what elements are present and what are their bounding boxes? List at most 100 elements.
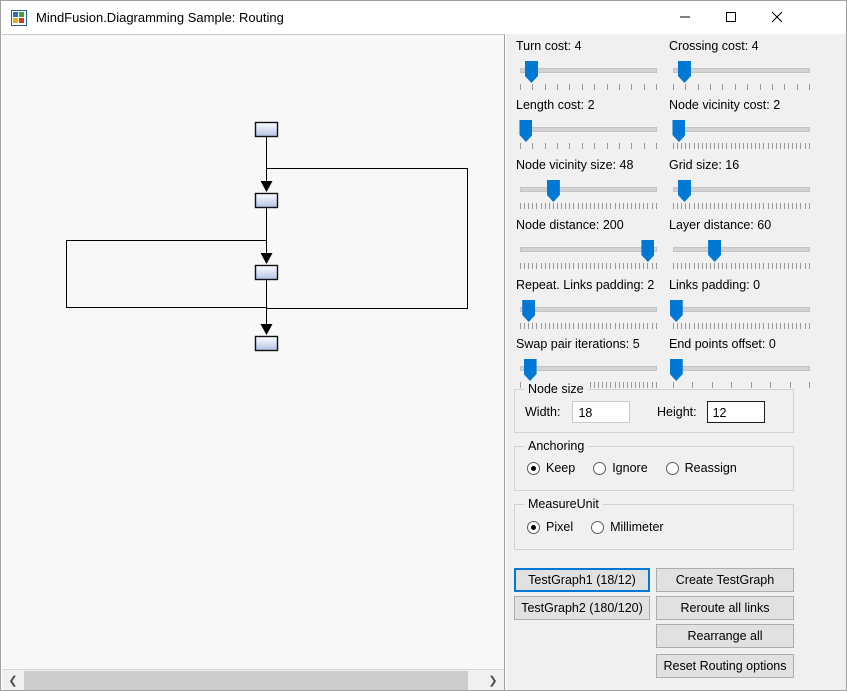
scroll-right-arrow-icon[interactable]: ❯: [482, 670, 504, 690]
slider-end-points-offset-track[interactable]: [673, 366, 810, 371]
slider-turn-cost-thumb[interactable]: [524, 61, 538, 83]
slider-crossing-cost-track[interactable]: [673, 68, 810, 73]
anchoring-option-reassign[interactable]: Reassign: [665, 461, 737, 475]
slider-swap-pair-iterations[interactable]: Swap pair iterations: 5: [516, 337, 666, 388]
measure-unit-option-pixel-label: Pixel: [546, 520, 574, 534]
anchoring-option-keep[interactable]: Keep: [527, 461, 575, 475]
title-bar: MindFusion.Diagramming Sample: Routing: [1, 1, 846, 34]
slider-node-vicinity-cost[interactable]: Node vicinity cost: 2: [669, 98, 819, 149]
slider-node-vicinity-cost-control[interactable]: [669, 119, 814, 149]
slider-grid-size-thumb[interactable]: [677, 180, 691, 202]
slider-length-cost-thumb[interactable]: [519, 120, 533, 142]
slider-node-vicinity-cost-track[interactable]: [673, 127, 810, 132]
reset-routing-options-button[interactable]: Reset Routing options: [656, 654, 794, 678]
slider-links-padding[interactable]: Links padding: 0: [669, 278, 819, 329]
testgraph2-button[interactable]: TestGraph2 (180/120): [514, 596, 650, 620]
slider-end-points-offset[interactable]: End points offset: 0: [669, 337, 819, 388]
slider-turn-cost-track[interactable]: [520, 68, 657, 73]
slider-links-padding-track[interactable]: [673, 307, 810, 312]
measure-unit-group: MeasureUnit Pixel Millimeter: [514, 497, 794, 550]
slider-repeat-links-padding-control[interactable]: [516, 299, 661, 329]
anchoring-option-reassign-label: Reassign: [684, 461, 737, 475]
slider-crossing-cost[interactable]: Crossing cost: 4: [669, 39, 819, 90]
slider-layer-distance[interactable]: Layer distance: 60: [669, 218, 819, 269]
radio-button-icon[interactable]: [527, 461, 540, 475]
slider-node-vicinity-size[interactable]: Node vicinity size: 48: [516, 158, 666, 209]
testgraph1-button[interactable]: TestGraph1 (18/12): [514, 568, 650, 592]
slider-layer-distance-control[interactable]: [669, 239, 814, 269]
slider-end-points-offset-control[interactable]: [669, 358, 814, 388]
slider-length-cost-control[interactable]: [516, 119, 661, 149]
slider-grid-size-label: Grid size: 16: [669, 158, 740, 172]
slider-node-vicinity-size-control[interactable]: [516, 179, 661, 209]
measure-unit-option-pixel[interactable]: Pixel: [527, 520, 573, 534]
slider-repeat-links-padding-track[interactable]: [520, 307, 657, 312]
maximize-icon[interactable]: [708, 1, 754, 33]
scroll-left-arrow-icon[interactable]: ❮: [2, 670, 24, 690]
slider-repeat-links-padding-label: Repeat. Links padding: 2: [516, 278, 655, 292]
slider-node-distance-thumb[interactable]: [641, 240, 655, 262]
slider-layer-distance-thumb[interactable]: [708, 240, 722, 262]
slider-node-vicinity-size-label: Node vicinity size: 48: [516, 158, 634, 172]
slider-turn-cost-control[interactable]: [516, 60, 661, 90]
slider-repeat-links-padding-ticks: [520, 323, 657, 329]
slider-swap-pair-iterations-track[interactable]: [520, 366, 657, 371]
radio-button-icon[interactable]: [527, 520, 540, 534]
slider-node-vicinity-size-track[interactable]: [520, 187, 657, 192]
slider-layer-distance-label: Layer distance: 60: [669, 218, 772, 232]
slider-node-vicinity-size-thumb[interactable]: [546, 180, 560, 202]
slider-grid-size-track[interactable]: [673, 187, 810, 192]
slider-repeat-links-padding-thumb[interactable]: [522, 300, 536, 322]
slider-turn-cost[interactable]: Turn cost: 4: [516, 39, 666, 90]
anchoring-group: Anchoring Keep Ignore Reassign: [514, 439, 794, 491]
application-window: MindFusion.Diagramming Sample: Routing ❮…: [0, 0, 847, 691]
slider-node-distance-track[interactable]: [520, 247, 657, 252]
canvas-horizontal-scrollbar[interactable]: ❮ ❯: [2, 669, 504, 690]
diagram-graphics: [66, 121, 468, 352]
close-icon[interactable]: [754, 1, 800, 33]
slider-end-points-offset-thumb[interactable]: [669, 359, 683, 381]
slider-links-padding-control[interactable]: [669, 299, 814, 329]
routing-options-panel: Turn cost: 4 Crossing cost: 4 Length cost:…: [506, 34, 846, 690]
slider-links-padding-ticks: [673, 323, 810, 329]
scrollbar-track[interactable]: [24, 670, 482, 690]
reroute-all-links-button[interactable]: Reroute all links: [656, 596, 794, 620]
scrollbar-thumb[interactable]: [24, 671, 468, 690]
slider-layer-distance-track[interactable]: [673, 247, 810, 252]
slider-length-cost-track[interactable]: [520, 127, 657, 132]
node-height-input[interactable]: 12: [706, 401, 765, 423]
slider-links-padding-thumb[interactable]: [669, 300, 683, 322]
anchoring-option-ignore-label: Ignore: [612, 461, 648, 475]
slider-length-cost[interactable]: Length cost: 2: [516, 98, 666, 149]
anchoring-option-ignore[interactable]: Ignore: [593, 461, 648, 475]
measure-unit-option-millimeter[interactable]: Millimeter: [591, 520, 664, 534]
measure-unit-radio-group: Pixel Millimeter: [527, 520, 682, 534]
slider-grid-size-control[interactable]: [669, 179, 814, 209]
minimize-icon[interactable]: [662, 1, 708, 33]
rearrange-all-button[interactable]: Rearrange all: [656, 624, 794, 648]
slider-crossing-cost-control[interactable]: [669, 60, 814, 90]
create-testgraph-button[interactable]: Create TestGraph: [656, 568, 794, 592]
slider-length-cost-ticks: [520, 143, 657, 149]
anchoring-option-keep-label: Keep: [546, 461, 576, 475]
slider-crossing-cost-thumb[interactable]: [677, 61, 691, 83]
slider-node-distance-label: Node distance: 200: [516, 218, 624, 232]
slider-node-distance[interactable]: Node distance: 200: [516, 218, 666, 269]
slider-node-distance-control[interactable]: [516, 239, 661, 269]
radio-button-icon[interactable]: [665, 461, 679, 475]
radio-button-icon[interactable]: [593, 461, 607, 475]
link-route-left: [66, 240, 267, 308]
slider-repeat-links-padding[interactable]: Repeat. Links padding: 2: [516, 278, 666, 329]
slider-end-points-offset-ticks: [673, 382, 810, 388]
node-width-field-row: Width: 18: [525, 401, 631, 423]
slider-node-vicinity-cost-thumb[interactable]: [672, 120, 686, 142]
diagram-canvas[interactable]: [2, 35, 504, 669]
slider-turn-cost-label: Turn cost: 4: [516, 39, 582, 53]
slider-layer-distance-ticks: [673, 263, 810, 269]
slider-swap-pair-iterations-thumb[interactable]: [523, 359, 537, 381]
radio-button-icon[interactable]: [591, 520, 605, 534]
window-title: MindFusion.Diagramming Sample: Routing: [36, 10, 284, 25]
slider-grid-size[interactable]: Grid size: 16: [669, 158, 819, 209]
window-bottom-strip: [506, 689, 846, 690]
node-width-input[interactable]: 18: [572, 401, 631, 423]
